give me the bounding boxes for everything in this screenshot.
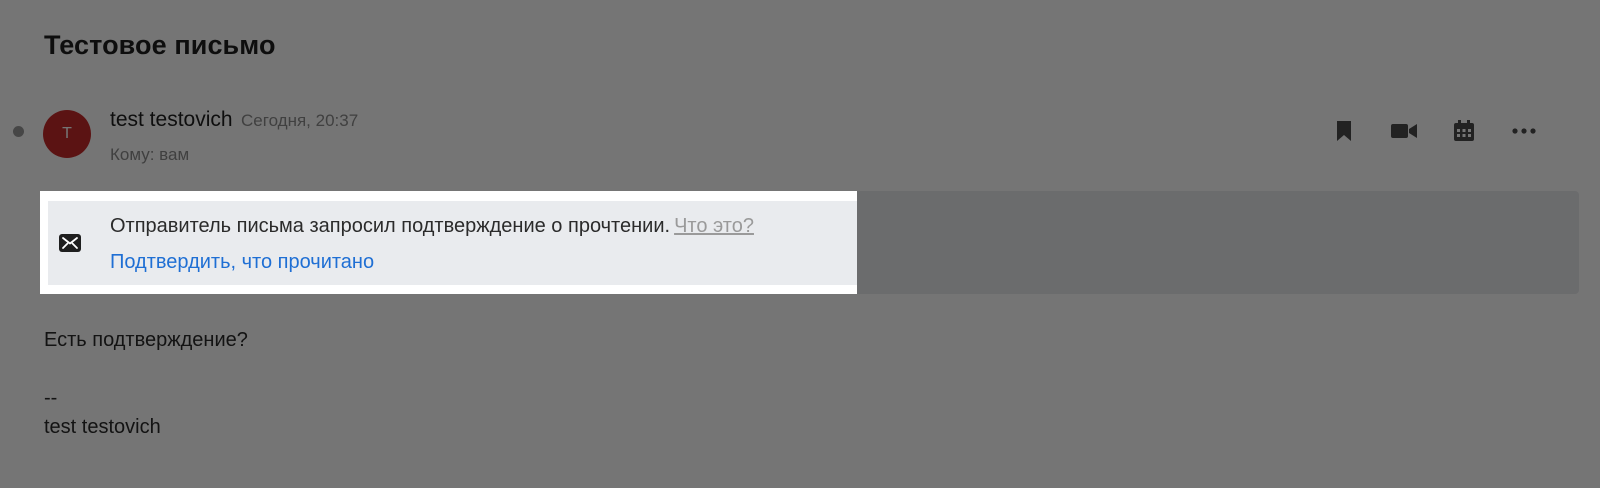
sender-name[interactable]: test testovich	[110, 108, 233, 131]
recipient-line: Кому: вам	[110, 145, 190, 164]
body-text: Есть подтверждение?	[44, 329, 248, 351]
envelope-icon	[59, 234, 81, 252]
video-call-button[interactable]	[1374, 116, 1434, 146]
more-button[interactable]	[1494, 116, 1554, 146]
signature: test testovich	[44, 416, 161, 438]
message-body: Есть подтверждение? -- test testovich	[44, 326, 248, 442]
sender-avatar[interactable]: T	[43, 110, 91, 158]
notice-message: Отправитель письма запросил подтверждени…	[110, 215, 671, 237]
message-actions	[1314, 116, 1554, 146]
video-icon	[1391, 124, 1417, 138]
email-subject: Тестовое письмо	[44, 30, 276, 60]
more-icon	[1512, 128, 1536, 134]
unread-indicator[interactable]	[13, 126, 24, 137]
notice-text-line: Отправитель письма запросил подтверждени…	[110, 215, 754, 238]
notice-icon-cell	[48, 201, 92, 285]
body-gap	[44, 355, 248, 384]
read-receipt-notice: Отправитель письма запросил подтверждени…	[40, 191, 857, 294]
avatar-letter: T	[62, 125, 72, 142]
confirm-read-link[interactable]: Подтвердить, что прочитано	[110, 251, 374, 274]
bookmark-button[interactable]	[1314, 116, 1374, 146]
bookmark-icon	[1337, 121, 1351, 141]
calendar-button[interactable]	[1434, 116, 1494, 146]
sent-time: Сегодня, 20:37	[241, 111, 359, 130]
signature-separator: --	[44, 387, 58, 409]
what-is-this-link[interactable]: Что это?	[674, 215, 754, 237]
calendar-icon	[1454, 120, 1474, 141]
sender-line: test testovich Сегодня, 20:37	[110, 108, 358, 132]
notice-body: Отправитель письма запросил подтверждени…	[92, 201, 857, 285]
